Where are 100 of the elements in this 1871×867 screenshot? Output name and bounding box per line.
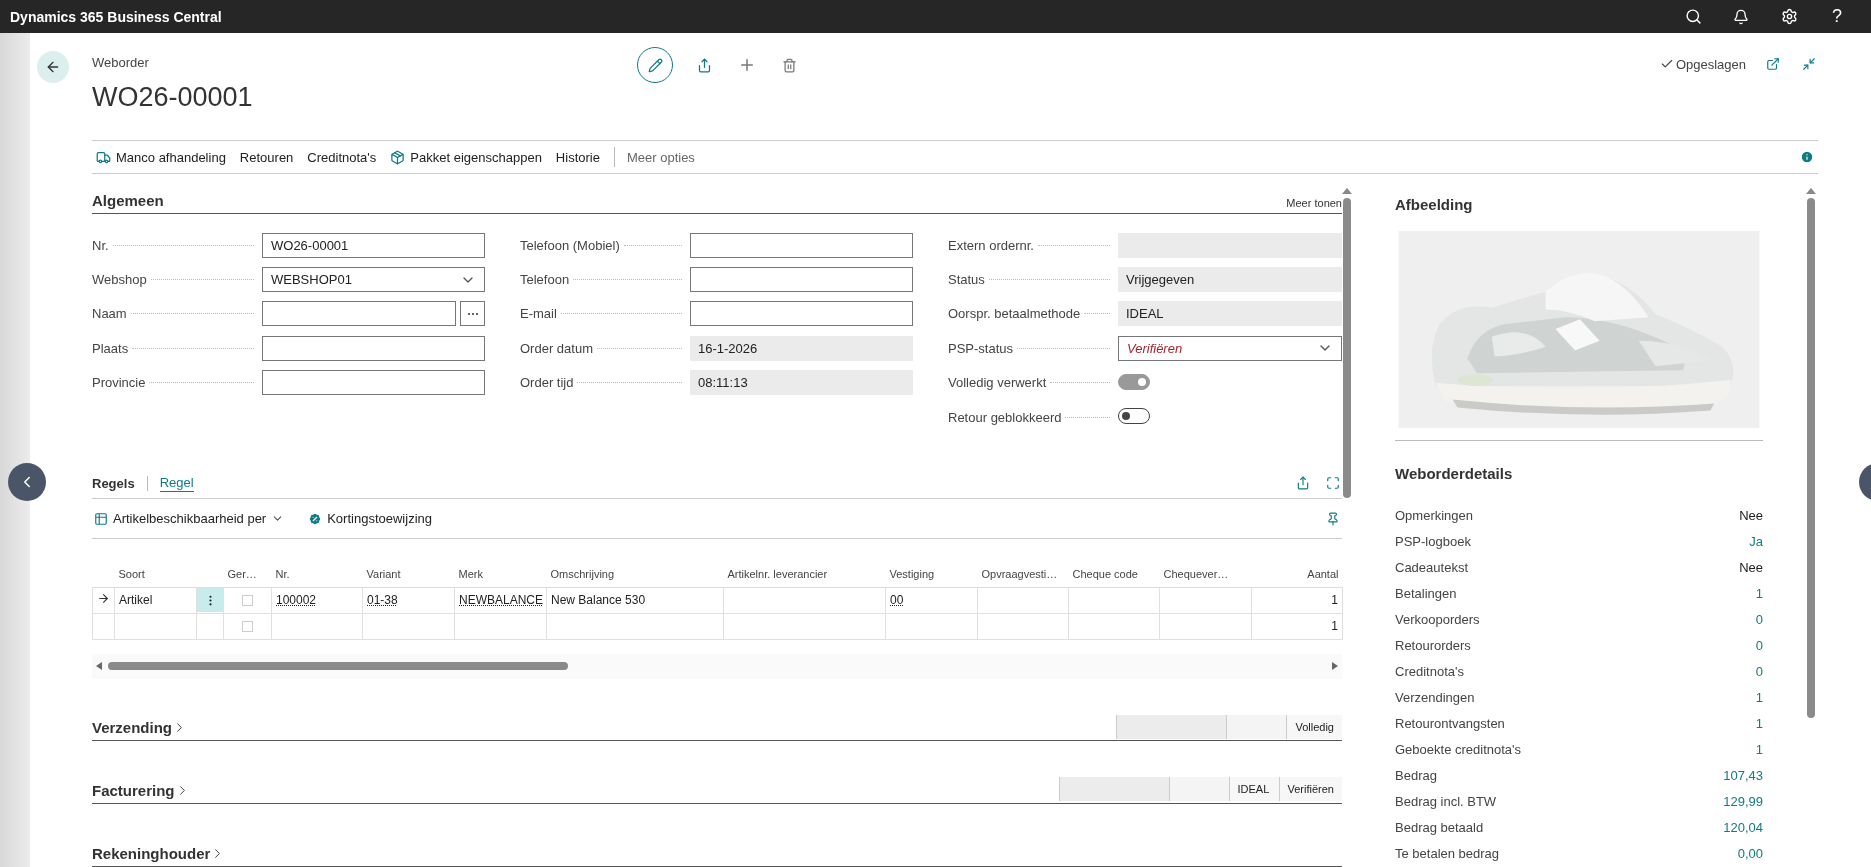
column-header[interactable]: Ger… (223, 561, 272, 588)
gear-icon (1780, 8, 1798, 25)
detail-label: Creditnota's (1395, 663, 1464, 679)
text-field[interactable] (262, 335, 485, 361)
detail-label: Verzendingen (1395, 690, 1475, 705)
detail-label: Bedrag incl. BTW (1395, 794, 1497, 810)
expand-icon (1326, 476, 1340, 491)
text-field[interactable]: WO26-00001 (262, 232, 485, 258)
table-cell: NEWBALANCE (459, 593, 542, 608)
readonly-field: 08:11:13 (690, 370, 913, 396)
detail-link[interactable]: 0 (1755, 611, 1763, 627)
page-title: WO26-00001 (92, 82, 254, 113)
column-header[interactable]: Omschrijving (546, 561, 724, 588)
section-toggle[interactable]: Verzending (92, 719, 188, 741)
action-button[interactable]: Creditnota's (307, 149, 377, 165)
section-toggle[interactable]: Facturering (92, 782, 190, 804)
column-header[interactable]: Aantal (1251, 561, 1343, 588)
detail-label: Te betalen bedrag (1395, 846, 1500, 862)
percent-icon (308, 511, 323, 526)
info-icon[interactable] (1800, 150, 1814, 164)
detail-link[interactable]: Ja (1749, 533, 1763, 549)
detail-link[interactable]: 1 (1755, 742, 1763, 758)
help-button[interactable]: ? (1813, 0, 1861, 33)
text-field[interactable] (690, 232, 913, 258)
column-header[interactable]: Chequever… (1159, 561, 1252, 588)
section-toggle[interactable]: Rekeninghouder (92, 845, 226, 866)
detail-link[interactable]: 1 (1755, 585, 1763, 601)
field-label: PSP-status (948, 340, 1014, 356)
field-label: Plaats (92, 340, 129, 356)
detail-label: Opmerkingen (1395, 507, 1474, 523)
trash-icon (782, 57, 797, 73)
column-header[interactable]: Cheque code (1068, 561, 1160, 588)
detail-value: Nee (1739, 559, 1763, 575)
arrow-right-icon (97, 592, 110, 606)
field-label: Telefoon (520, 272, 570, 288)
detail-link[interactable]: 107,43 (1723, 768, 1763, 784)
action-button[interactable]: Retouren (239, 149, 294, 165)
detail-label: Betalingen (1395, 585, 1457, 601)
column-header[interactable]: Opvraagvesti… (977, 561, 1069, 588)
toolbar-button[interactable]: Kortingstoewijzing (308, 511, 432, 527)
lookup-button[interactable] (460, 301, 485, 327)
edit-button[interactable] (637, 47, 673, 83)
field-label: Naam (92, 306, 127, 322)
previous-button[interactable] (8, 463, 46, 501)
column-header[interactable]: Artikelnr. leverancier (723, 561, 886, 588)
field-label: Oorspr. betaalmethode (948, 306, 1081, 322)
detail-label: PSP-logboek (1395, 533, 1471, 549)
table-cell-text: 01-38 (367, 593, 399, 608)
readonly-field: Vrijgegeven (1118, 267, 1342, 293)
more-options-button[interactable]: Meer opties (613, 147, 695, 167)
text-field[interactable] (262, 370, 485, 396)
checkbox[interactable] (242, 620, 253, 632)
horizontal-scrollbar[interactable] (92, 653, 1342, 679)
search-icon (1684, 8, 1702, 25)
factbox-title: Afbeelding (1395, 196, 1474, 213)
text-field[interactable] (262, 301, 456, 327)
detail-link[interactable]: 1 (1755, 716, 1763, 732)
column-header[interactable]: Merk (454, 561, 547, 588)
detail-link[interactable]: 1 (1755, 690, 1763, 705)
dropdown-field[interactable]: WEBSHOP01 (262, 267, 485, 293)
open-new-window-button[interactable] (1764, 55, 1782, 73)
field-label: Nr. (92, 237, 109, 253)
summary-field: Verifiëren (1278, 777, 1342, 802)
field-label: Status (948, 272, 985, 288)
toolbar-button[interactable]: Artikelbeschikbaarheid per (94, 511, 285, 527)
action-button[interactable]: Pakket eigenschappen (390, 149, 542, 165)
show-more-link[interactable]: Meer tonen (1286, 197, 1342, 209)
column-header[interactable]: Nr. (271, 561, 363, 588)
readonly-field: IDEAL (1118, 301, 1342, 327)
checkbox[interactable] (242, 594, 253, 606)
detail-link[interactable]: 0 (1755, 663, 1763, 679)
column-header[interactable]: Soort (114, 561, 197, 588)
collapse-button[interactable] (1800, 55, 1818, 73)
lines-tab[interactable]: Regel (159, 474, 194, 492)
table-cell-text: New Balance 530 (551, 593, 647, 608)
detail-link[interactable]: 120,04 (1723, 820, 1763, 836)
action-button[interactable]: Manco afhandeling (96, 149, 226, 165)
column-header[interactable]: Variant (362, 561, 455, 588)
action-button[interactable]: Historie (555, 149, 600, 165)
back-button[interactable] (37, 51, 69, 83)
detail-label: Retourontvangsten (1395, 716, 1505, 732)
plus-icon (738, 56, 756, 74)
dropdown-field[interactable]: Verifiëren (1118, 335, 1342, 361)
check-icon (1659, 57, 1674, 71)
detail-link[interactable]: 0,00 (1737, 846, 1763, 862)
detail-link[interactable]: 0 (1755, 637, 1763, 653)
toggle-switch[interactable] (1118, 408, 1150, 425)
column-header[interactable]: Vestiging (885, 561, 978, 588)
detail-link[interactable]: 129,99 (1723, 794, 1763, 810)
row-menu-button[interactable] (197, 588, 223, 613)
bell-icon (1733, 8, 1749, 25)
field-label: Order datum (520, 340, 593, 356)
ellipsis-icon (466, 311, 479, 316)
field-label: Retour geblokkeerd (948, 409, 1062, 425)
text-field[interactable] (690, 301, 913, 327)
section-title: Algemeen (92, 192, 164, 209)
text-field[interactable] (690, 267, 913, 293)
detail-value: Nee (1739, 507, 1763, 523)
detail-label: Bedrag (1395, 768, 1437, 784)
table-cell-text: 00 (890, 593, 905, 608)
